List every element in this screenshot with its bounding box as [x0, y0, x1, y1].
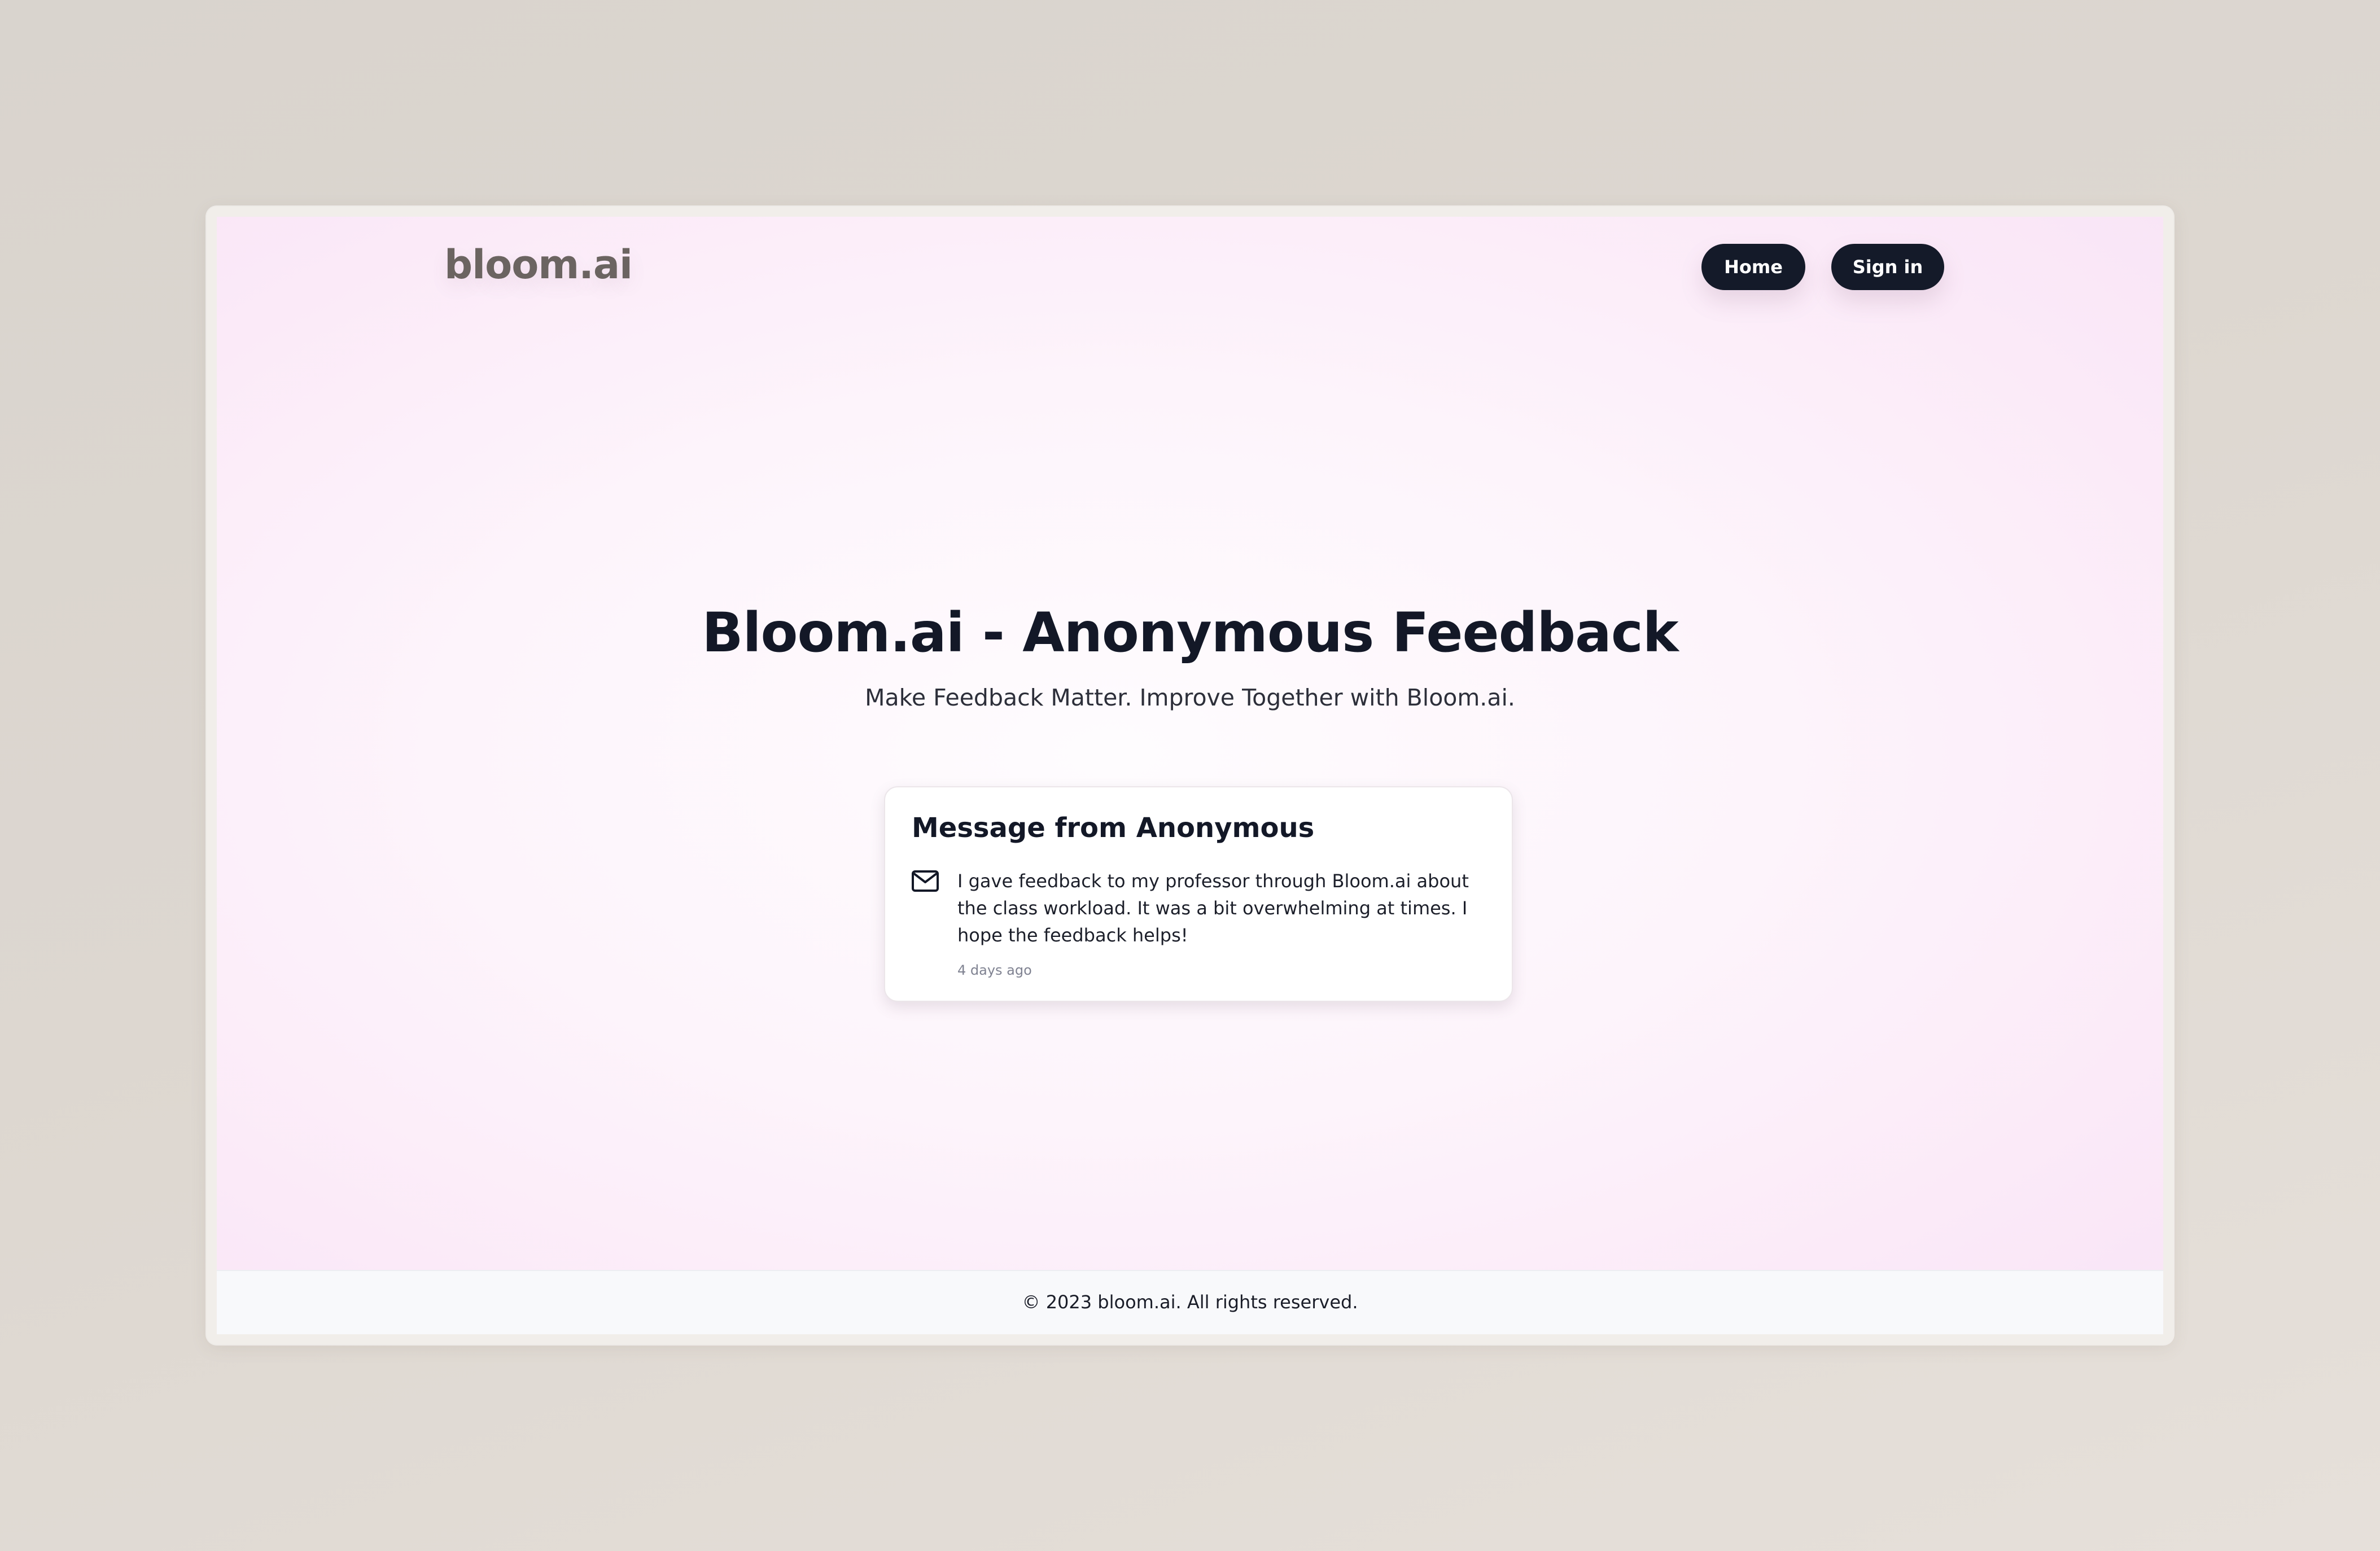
footer-copyright: © 2023 bloom.ai. All rights reserved.: [1022, 1291, 1358, 1313]
app-window: bloom.ai Home Sign in Bloom.ai - Anonymo…: [217, 217, 2163, 1334]
footer: © 2023 bloom.ai. All rights reserved.: [217, 1270, 2163, 1334]
mail-icon: [912, 870, 939, 892]
message-timestamp: 4 days ago: [957, 962, 1032, 978]
message-card: Message from Anonymous I gave feedback t…: [884, 786, 1513, 1002]
page-title: Bloom.ai - Anonymous Feedback: [702, 601, 1678, 664]
sign-in-button[interactable]: Sign in: [1831, 244, 1944, 290]
message-card-title: Message from Anonymous: [912, 812, 1315, 844]
message-body: I gave feedback to my professor through …: [957, 870, 1469, 946]
page-subtitle: Make Feedback Matter. Improve Together w…: [865, 684, 1515, 711]
home-button[interactable]: Home: [1701, 244, 1805, 290]
logo[interactable]: bloom.ai: [436, 239, 640, 290]
